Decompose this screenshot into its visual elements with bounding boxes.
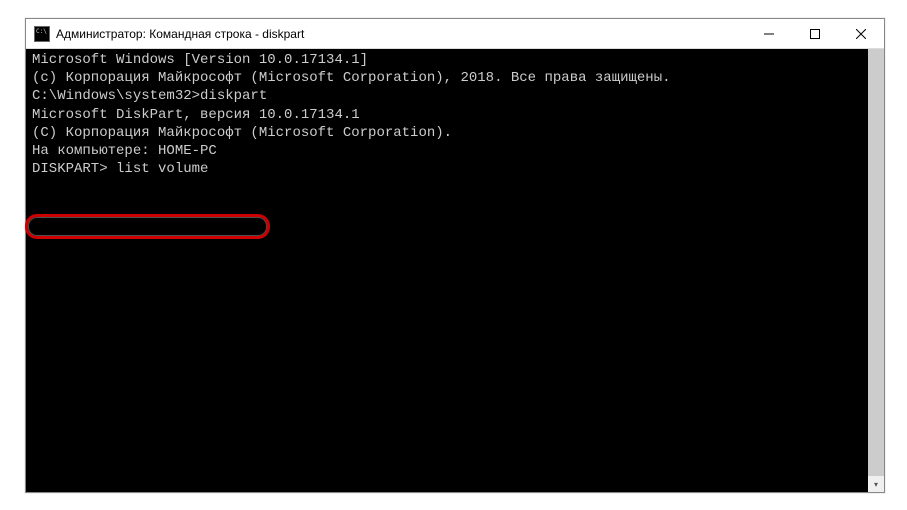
close-button[interactable] — [838, 19, 884, 48]
console-line: Microsoft DiskPart, версия 10.0.17134.1 — [32, 106, 878, 124]
console-prompt-line: DISKPART> list volume — [32, 160, 878, 178]
vertical-scrollbar[interactable]: ▴ ▾ — [868, 49, 884, 492]
scroll-thumb[interactable] — [868, 49, 884, 492]
window-title: Администратор: Командная строка - diskpa… — [56, 27, 746, 41]
window-controls — [746, 19, 884, 48]
minimize-button[interactable] — [746, 19, 792, 48]
scroll-down-button[interactable]: ▾ — [868, 476, 884, 492]
console-output[interactable]: Microsoft Windows [Version 10.0.17134.1]… — [26, 49, 884, 492]
console-line: Microsoft Windows [Version 10.0.17134.1] — [32, 51, 878, 69]
cmd-icon — [34, 26, 50, 42]
console-line: На компьютере: HOME-PC — [32, 142, 878, 160]
maximize-button[interactable] — [792, 19, 838, 48]
console-line: (C) Корпорация Майкрософт (Microsoft Cor… — [32, 124, 878, 142]
titlebar[interactable]: Администратор: Командная строка - diskpa… — [26, 19, 884, 49]
console-line: (c) Корпорация Майкрософт (Microsoft Cor… — [32, 69, 878, 87]
window-frame: Администратор: Командная строка - diskpa… — [25, 18, 885, 493]
console-line: C:\Windows\system32>diskpart — [32, 87, 878, 105]
